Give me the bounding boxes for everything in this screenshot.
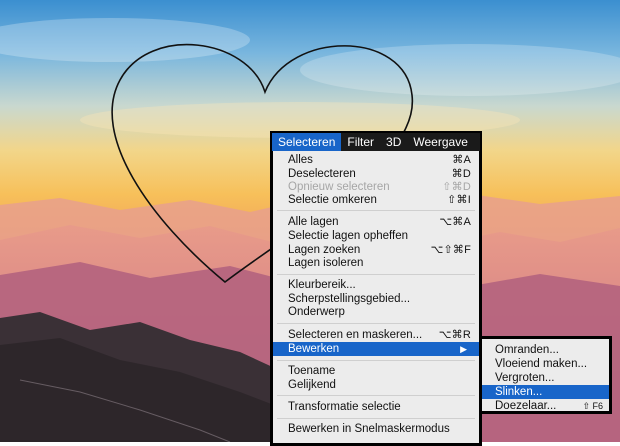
menu-item-shortcut: ⌘A: [452, 154, 471, 166]
submenu-item-vergroten[interactable]: Vergroten...: [482, 371, 609, 385]
menu-item-shortcut: ⇧⌘D: [442, 181, 471, 193]
menu-item-kleurbereik[interactable]: Kleurbereik...: [273, 278, 479, 292]
menu-separator: [277, 210, 475, 211]
menu-weergave[interactable]: Weergave: [407, 133, 473, 152]
menu-item-selectie-omkeren[interactable]: Selectie omkeren ⇧⌘I: [273, 193, 479, 207]
submenu-item-slinken[interactable]: Slinken...: [482, 385, 609, 399]
menu-item-shortcut: ⌥⌘A: [439, 216, 471, 228]
menu-item-shortcut: ⇧⌘I: [447, 194, 471, 206]
menu-3d[interactable]: 3D: [380, 133, 407, 152]
menu-bar: Selecteren Filter 3D Weergave Ve: [270, 131, 482, 152]
selecteren-dropdown: Alles ⌘A Deselecteren ⌘D Opnieuw selecte…: [270, 151, 482, 446]
menu-item-label: Opnieuw selecteren: [288, 181, 390, 193]
menu-item-label: Omranden...: [495, 344, 559, 356]
menu-separator: [277, 360, 475, 361]
menu-item-label: Alle lagen: [288, 216, 339, 228]
menu-item-label: Vergroten...: [495, 372, 555, 384]
menu-item-label: Toename: [288, 365, 336, 377]
submenu-item-omranden[interactable]: Omranden...: [482, 343, 609, 357]
menu-item-label: Alles: [288, 154, 313, 166]
menu-item-label: Deselecteren: [288, 168, 356, 180]
menu-item-bewerken[interactable]: Bewerken ▶: [273, 342, 479, 356]
submenu-arrow-icon: ▶: [460, 344, 467, 354]
menu-item-shortcut: ⌥⌘R: [438, 329, 471, 341]
menu-item-label: Gelijkend: [288, 379, 336, 391]
submenu-item-vloeiend-maken[interactable]: Vloeiend maken...: [482, 357, 609, 371]
menu-item-label: Vloeiend maken...: [495, 358, 588, 370]
menu-item-gelijkend[interactable]: Gelijkend: [273, 378, 479, 392]
menu-venster[interactable]: Ve: [474, 133, 481, 152]
menu-item-label: Onderwerp: [288, 306, 345, 318]
menu-item-shortcut: ⌥⇧⌘F: [430, 244, 471, 256]
menu-item-transformatie-selectie[interactable]: Transformatie selectie: [273, 400, 479, 414]
menu-item-lagen-isoleren[interactable]: Lagen isoleren: [273, 256, 479, 270]
menu-item-lagen-zoeken[interactable]: Lagen zoeken ⌥⇧⌘F: [273, 243, 479, 257]
menu-item-label: Bewerken in Snelmaskermodus: [288, 423, 450, 435]
menu-item-label: Selecteren en maskeren...: [288, 329, 423, 341]
menu-item-alles[interactable]: Alles ⌘A: [273, 153, 479, 167]
menu-item-label: Bewerken: [288, 343, 340, 355]
menu-item-label: Selectie lagen opheffen: [288, 230, 408, 242]
menu-item-onderwerp[interactable]: Onderwerp: [273, 305, 479, 319]
menu-item-alle-lagen[interactable]: Alle lagen ⌥⌘A: [273, 215, 479, 229]
menu-selecteren[interactable]: Selecteren: [272, 133, 342, 152]
bewerken-submenu: Omranden... Vloeiend maken... Vergroten.…: [479, 336, 612, 414]
menu-item-shortcut: ⌘D: [451, 168, 471, 180]
menu-item-selectie-lagen-opheffen[interactable]: Selectie lagen opheffen: [273, 229, 479, 243]
menu-separator: [277, 418, 475, 419]
menu-item-opnieuw-selecteren[interactable]: Opnieuw selecteren ⇧⌘D: [273, 180, 479, 194]
menu-item-shortcut: ⇧ F6: [582, 401, 603, 411]
menu-item-label: Transformatie selectie: [288, 401, 401, 413]
menu-separator: [277, 395, 475, 396]
menu-separator: [277, 274, 475, 275]
menu-item-label: Lagen zoeken: [288, 244, 361, 256]
menu-item-label: Scherpstellingsgebied...: [288, 293, 411, 305]
submenu-item-doezelaar[interactable]: Doezelaar... ⇧ F6: [482, 399, 609, 413]
menu-item-label: Selectie omkeren: [288, 194, 377, 206]
menu-item-selecteren-en-maskeren[interactable]: Selecteren en maskeren... ⌥⌘R: [273, 328, 479, 342]
menu-filter[interactable]: Filter: [341, 133, 380, 152]
menu-item-label: Kleurbereik...: [288, 279, 356, 291]
menu-item-label: Slinken...: [495, 386, 543, 398]
menu-item-bewerken-in-snelmaskermodus[interactable]: Bewerken in Snelmaskermodus: [273, 422, 479, 436]
menu-item-label: Doezelaar...: [495, 400, 557, 412]
menu-item-toename[interactable]: Toename: [273, 364, 479, 378]
menu-separator: [277, 323, 475, 324]
menu-item-scherpstellingsgebied[interactable]: Scherpstellingsgebied...: [273, 292, 479, 306]
menu-item-deselecteren[interactable]: Deselecteren ⌘D: [273, 167, 479, 181]
menu-item-label: Lagen isoleren: [288, 257, 364, 269]
